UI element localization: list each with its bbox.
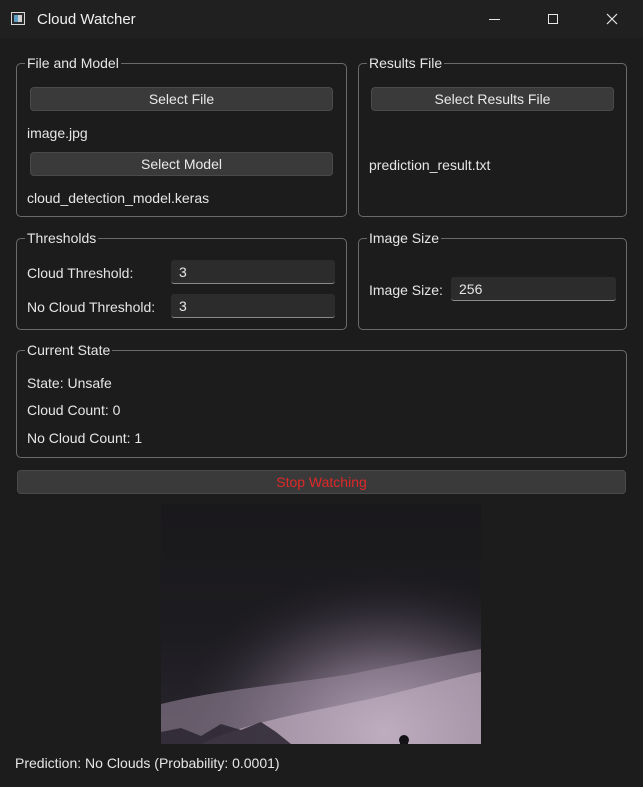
minimize-icon [488, 18, 500, 20]
app-window-icon [11, 12, 25, 25]
select-results-file-button[interactable]: Select Results File [371, 87, 614, 111]
cloud-threshold-input[interactable]: 3 [171, 260, 335, 284]
selected-model-name: cloud_detection_model.keras [27, 190, 210, 206]
minimize-button[interactable] [471, 0, 517, 38]
window-title: Cloud Watcher [37, 11, 136, 28]
select-model-button[interactable]: Select Model [30, 152, 333, 176]
no-cloud-threshold-input[interactable]: 3 [171, 294, 335, 318]
file-model-legend: File and Model [25, 54, 121, 72]
image-size-input[interactable]: 256 [451, 277, 616, 301]
current-state-legend: Current State [25, 341, 113, 359]
cloud-threshold-label: Cloud Threshold: [27, 265, 134, 281]
close-button[interactable] [589, 0, 635, 38]
selected-file-name: image.jpg [27, 125, 88, 141]
select-file-button[interactable]: Select File [30, 87, 333, 111]
maximize-button[interactable] [530, 0, 576, 38]
state-text: State: Unsafe [27, 375, 112, 391]
close-icon [606, 13, 618, 25]
no-cloud-count-text: No Cloud Count: 1 [27, 430, 143, 446]
sky-camera-preview [161, 504, 481, 744]
image-size-legend: Image Size [367, 229, 442, 247]
title-bar: Cloud Watcher [0, 0, 643, 38]
image-size-label: Image Size: [369, 282, 443, 298]
no-cloud-threshold-label: No Cloud Threshold: [27, 299, 156, 315]
cloud-count-text: Cloud Count: 0 [27, 402, 121, 418]
prediction-text: Prediction: No Clouds (Probability: 0.00… [15, 755, 280, 771]
results-file-legend: Results File [367, 54, 445, 72]
results-file-name: prediction_result.txt [369, 157, 491, 173]
stop-watching-button[interactable]: Stop Watching [17, 470, 626, 494]
thresholds-legend: Thresholds [25, 229, 99, 247]
maximize-icon [548, 14, 558, 24]
sky-image [161, 504, 481, 744]
